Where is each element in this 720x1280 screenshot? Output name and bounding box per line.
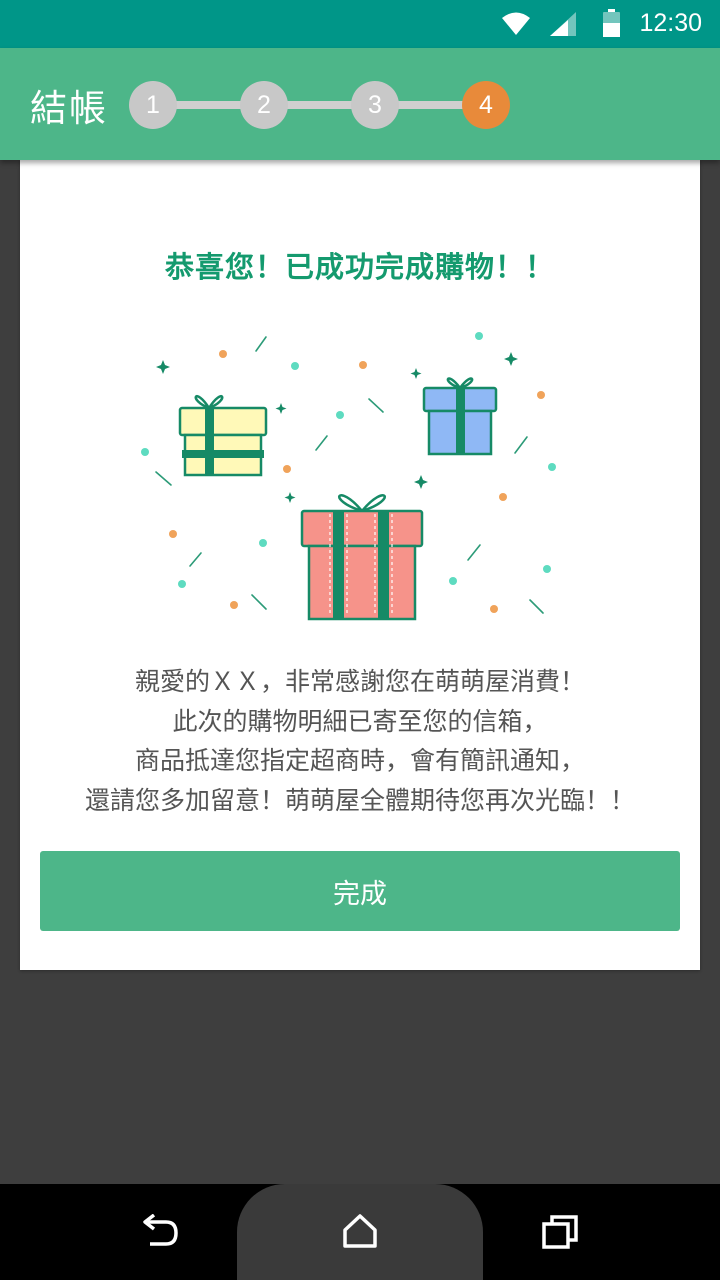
wifi-icon: [502, 12, 530, 35]
system-nav-bar: [0, 1184, 720, 1280]
clock: 12:30: [639, 9, 702, 37]
gift-box-icon: [178, 395, 268, 477]
step-3: 3: [351, 81, 399, 129]
step-1: 1: [129, 81, 177, 129]
message-line: 親愛的ＸＸ，非常感謝您在萌萌屋消費！: [134, 667, 585, 696]
message-line: 此次的購物明細已寄至您的信箱，: [172, 706, 548, 736]
message-line: 商品抵達您指定超商時，會有簡訊通知，: [134, 746, 585, 775]
thank-you-message: 親愛的ＸＸ，非常感謝您在萌萌屋消費！ 此次的購物明細已寄至您的信箱， 商品抵達您…: [20, 662, 700, 820]
step-4-active: 4: [462, 81, 510, 129]
step-2: 2: [240, 81, 288, 129]
gift-illustration: [141, 332, 556, 621]
home-icon[interactable]: [342, 1213, 378, 1249]
stepper-connector: [169, 101, 479, 109]
success-title: 恭喜您！已成功完成購物！！: [164, 250, 555, 284]
message-line: 還請您多加留意！萌萌屋全體期待您再次光臨！！: [84, 785, 635, 815]
status-bar: 12:30: [0, 0, 720, 48]
done-button[interactable]: 完成: [40, 851, 680, 931]
completion-card: 恭喜您！已成功完成購物！！ 親愛的ＸＸ，非常感謝您在萌萌屋消費！ 此次的購物明細…: [20, 160, 700, 970]
back-icon[interactable]: [140, 1214, 180, 1250]
gift-box-icon: [300, 494, 424, 621]
gift-box-icon: [422, 377, 498, 456]
cell-signal-icon: [550, 12, 576, 36]
checkout-stepper: 1 2 3 4: [129, 81, 511, 129]
page-title: 結帳: [30, 87, 108, 130]
battery-icon: [603, 9, 620, 37]
app-bar: 結帳 1 2 3 4: [0, 48, 720, 160]
recent-apps-icon[interactable]: [541, 1214, 579, 1250]
